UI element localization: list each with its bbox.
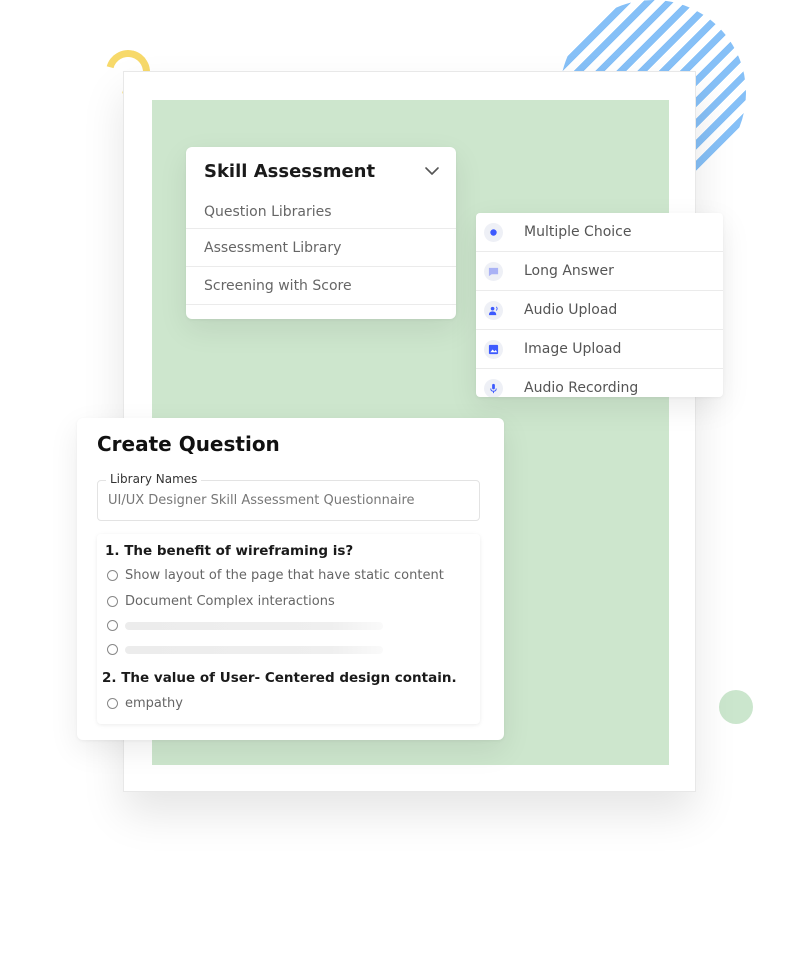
option-skeleton (125, 645, 383, 654)
option-label: Document Complex interactions (125, 594, 335, 609)
questions-list: 1. The benefit of wireframing is? Show l… (97, 534, 480, 724)
option-label: Show layout of the page that have static… (125, 568, 444, 583)
radio-icon (484, 222, 503, 242)
library-names-input[interactable] (108, 493, 468, 508)
skill-assessment-title: Skill Assessment (204, 160, 376, 182)
question-title: 1. The benefit of wireframing is? (105, 543, 354, 559)
question-title: 2. The value of User- Centered design co… (102, 670, 457, 686)
type-label: Image Upload (524, 341, 622, 357)
microphone-icon (484, 378, 503, 397)
type-label: Audio Recording (524, 380, 639, 396)
menu-item-assessment-library[interactable]: Assessment Library (186, 229, 456, 267)
chevron-down-icon[interactable] (424, 163, 440, 179)
answer-option[interactable]: empathy (107, 696, 183, 711)
voice-user-icon (484, 300, 503, 320)
comment-icon (484, 261, 503, 281)
radio-button[interactable] (107, 644, 118, 655)
type-image-upload[interactable]: Image Upload (476, 330, 723, 369)
type-audio-upload[interactable]: Audio Upload (476, 291, 723, 330)
type-audio-recording[interactable]: Audio Recording (476, 369, 723, 397)
menu-item-label: Question Libraries (204, 203, 332, 220)
answer-option-placeholder[interactable] (107, 644, 383, 655)
menu-item-label: Screening with Score (204, 277, 352, 294)
menu-item-screening-with-score[interactable]: Screening with Score (186, 267, 456, 305)
create-question-card: Create Question Library Names 1. The ben… (77, 418, 504, 740)
library-names-label: Library Names (106, 472, 202, 486)
radio-button[interactable] (107, 596, 118, 607)
image-icon (484, 339, 503, 359)
type-label: Long Answer (524, 263, 614, 279)
library-names-field[interactable]: Library Names (97, 472, 480, 521)
radio-button[interactable] (107, 698, 118, 709)
type-label: Audio Upload (524, 302, 618, 318)
skill-assessment-menu: Skill Assessment Question Libraries Asse… (186, 147, 456, 319)
radio-button[interactable] (107, 620, 118, 631)
type-label: Multiple Choice (524, 224, 632, 240)
decorative-green-dot (719, 690, 753, 724)
skill-assessment-header[interactable]: Skill Assessment (186, 147, 456, 195)
menu-item-label: Assessment Library (204, 239, 342, 256)
question-type-list: Multiple Choice Long Answer Audio Upload… (476, 213, 723, 397)
radio-button[interactable] (107, 570, 118, 581)
type-long-answer[interactable]: Long Answer (476, 252, 723, 291)
answer-option[interactable]: Show layout of the page that have static… (107, 568, 444, 583)
create-question-title: Create Question (97, 432, 280, 456)
option-skeleton (125, 621, 383, 630)
option-label: empathy (125, 696, 183, 711)
menu-item-question-libraries[interactable]: Question Libraries (186, 195, 456, 229)
type-multiple-choice[interactable]: Multiple Choice (476, 213, 723, 252)
answer-option[interactable]: Document Complex interactions (107, 594, 335, 609)
answer-option-placeholder[interactable] (107, 620, 383, 631)
